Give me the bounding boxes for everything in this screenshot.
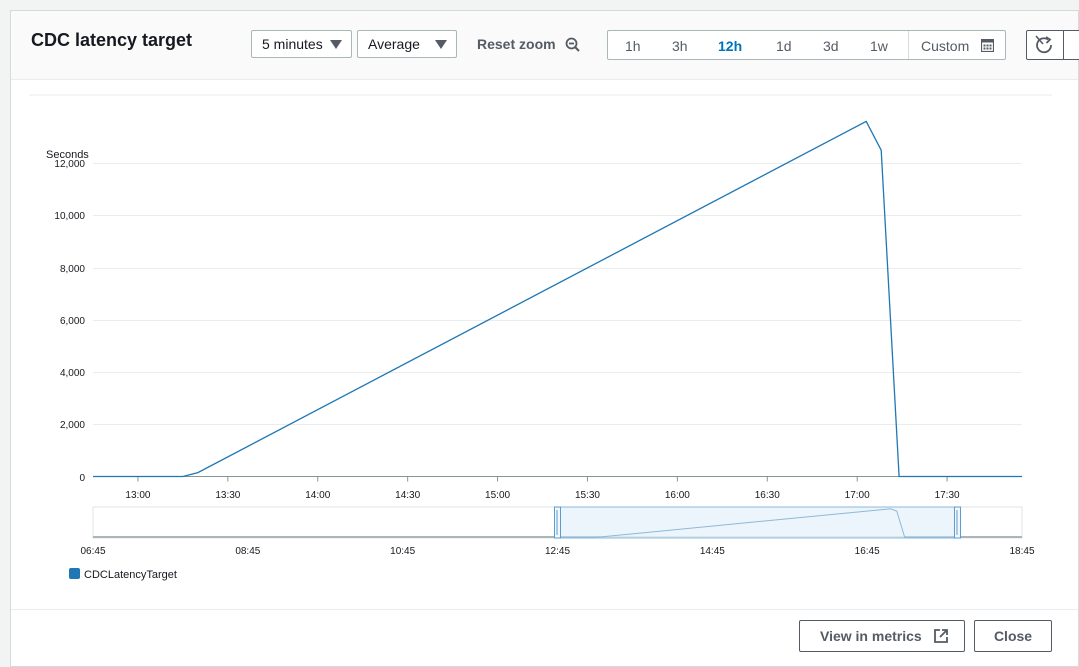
navigator-x-tick-label: 18:45 [1009,546,1034,557]
x-tick-label: 16:00 [665,490,690,501]
y-axis-ticks: 0 2,000 4,000 6,000 8,000 10,000 12,000 [54,159,85,484]
navigator-x-tick-label: 10:45 [390,546,415,557]
external-link-icon [934,629,948,643]
grid-lines [93,163,1022,425]
y-tick-label: 12,000 [54,159,85,170]
navigator-x-tick-label: 08:45 [235,546,260,557]
x-tick-label: 14:30 [395,490,420,501]
x-tick-label: 17:00 [845,490,870,501]
x-tick-label: 14:00 [305,490,330,501]
x-tick-label: 13:00 [125,490,150,501]
footer-divider [11,609,1078,610]
chart-area: Seconds 02,0004,0006,0008,00010,00012,00… [29,94,1052,581]
x-tick-label: 17:30 [935,490,960,501]
y-tick-label: 8,000 [60,264,85,275]
navigator-x-tick-label: 16:45 [855,546,880,557]
y-tick-label: 2,000 [60,420,85,431]
x-tick-label: 16:30 [755,490,780,501]
navigator-x-tick-label: 14:45 [700,546,725,557]
y-tick-label: 6,000 [60,316,85,327]
legend-swatch [69,568,80,579]
x-tick-label: 13:30 [215,490,240,501]
navigator-x-ticks: 06:45 08:45 10:45 12:45 14:45 16:45 18:45 [80,546,1034,557]
navigator-selection[interactable] [557,506,958,539]
x-tick-label: 15:30 [575,490,600,501]
navigator-x-tick-label: 12:45 [545,546,570,557]
x-tick-label: 15:00 [485,490,510,501]
series-line-cdclatencytarget [93,120,1022,478]
view-in-metrics-label: View in metrics [820,628,922,644]
close-button[interactable]: Close [974,620,1052,652]
y-tick-label: 4,000 [60,368,85,379]
navigator-x-tick-label: 06:45 [80,546,105,557]
y-tick-label: 10,000 [54,211,85,222]
y-tick-label: 0 [79,473,85,484]
legend-label: CDCLatencyTarget [84,569,177,581]
x-axis-ticks: 13:00 13:30 14:00 14:30 15:00 15:30 16:00 16:30… [125,476,960,501]
view-in-metrics-button[interactable]: View in metrics [799,620,965,652]
chart-modal: CDC latency target 5 minutes Average Res… [10,10,1079,667]
